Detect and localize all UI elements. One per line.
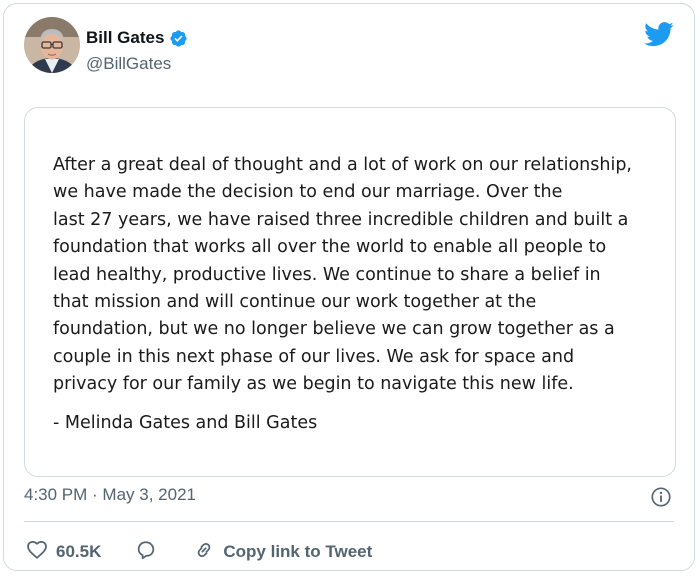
statement-line: last 27 years, we have raised three incr… — [53, 209, 629, 230]
statement-line: privacy for our family as we begin to na… — [53, 374, 574, 395]
statement-text: After a great deal of thought and a lot … — [53, 152, 665, 399]
reply-icon — [135, 539, 157, 566]
statement-line: lead healthy, productive lives. We conti… — [53, 264, 601, 285]
statement-line: After a great deal of thought and a lot … — [53, 155, 632, 175]
like-button[interactable]: 60.5K — [26, 539, 101, 566]
avatar[interactable] — [24, 17, 80, 73]
statement-line: foundation, but we no longer believe we … — [53, 319, 615, 340]
like-count: 60.5K — [56, 542, 102, 561]
heart-icon — [26, 539, 48, 566]
copy-link-button[interactable]: Copy link to Tweet — [193, 539, 372, 566]
user-handle[interactable]: @BillGates — [86, 54, 171, 74]
action-bar: 60.5K Copy link to Tweet — [26, 538, 372, 566]
statement-line: that mission and will continue our work … — [53, 292, 537, 313]
statement-line: we have made the decision to end our mar… — [53, 182, 563, 203]
statement-image[interactable]: After a great deal of thought and a lot … — [24, 107, 676, 477]
statement-line: foundation that works all over the world… — [53, 237, 607, 258]
tweet-timestamp[interactable]: 4:30 PM · May 3, 2021 — [24, 485, 196, 505]
verified-badge-icon — [169, 29, 188, 48]
statement-line: couple in this next phase of our lives. … — [53, 346, 575, 367]
statement-signature: - Melinda Gates and Bill Gates — [53, 413, 318, 433]
display-name[interactable]: Bill Gates — [86, 28, 164, 48]
name-row: Bill Gates — [86, 28, 188, 48]
copy-link-label: Copy link to Tweet — [223, 542, 373, 561]
reply-button[interactable] — [135, 539, 157, 566]
link-icon — [193, 539, 215, 566]
tweet-card: Bill Gates @BillGates After a great deal… — [3, 3, 695, 571]
divider — [24, 521, 674, 522]
tweet-header: Bill Gates @BillGates — [4, 4, 694, 104]
